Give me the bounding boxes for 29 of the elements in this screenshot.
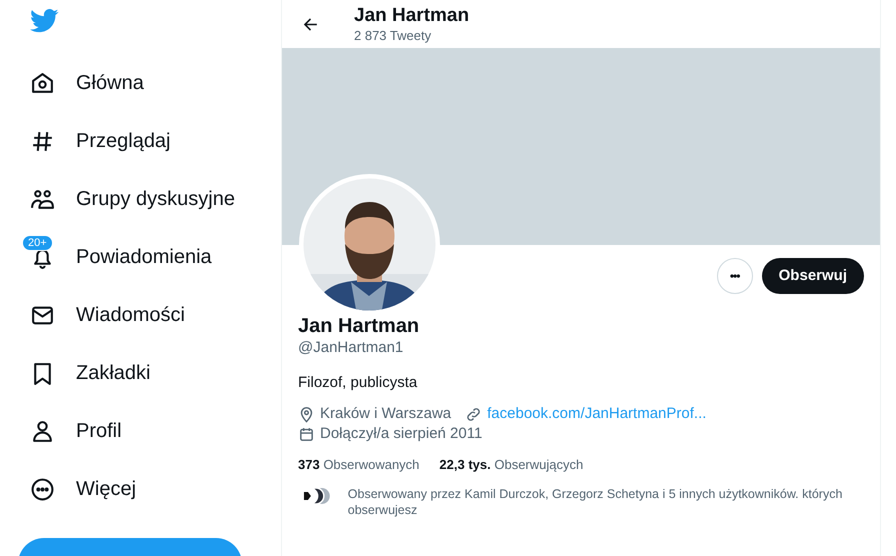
nav-item[interactable]: Zakładki bbox=[18, 348, 247, 398]
calendar-icon bbox=[298, 426, 315, 442]
follow-stat[interactable]: 22,3 tys. Obserwujących bbox=[439, 456, 584, 474]
link-icon bbox=[465, 406, 482, 422]
nav-item[interactable]: Wiadomości bbox=[18, 290, 247, 340]
nav-item[interactable]: Powiadomienia 20+ bbox=[18, 232, 247, 282]
location-text: Kraków i Warszawa bbox=[320, 404, 452, 424]
more-icon bbox=[30, 476, 55, 502]
location-pin-icon bbox=[298, 406, 315, 422]
notification-badge: 20+ bbox=[22, 235, 53, 251]
header-title: Jan Hartman bbox=[354, 4, 470, 28]
profile-handle: @JanHartman1 bbox=[298, 338, 404, 358]
nav-item[interactable]: Główna bbox=[18, 58, 247, 108]
join-date: Dołączył/a sierpień 2011 bbox=[320, 424, 482, 444]
nav-item[interactable]: Przeglądaj bbox=[18, 116, 247, 166]
nav-item[interactable]: Grupy dyskusyjne bbox=[18, 174, 247, 224]
home-icon bbox=[30, 70, 55, 96]
followed-by-text[interactable]: Obserwowany przez Kamil Durczok, Grzegorz Schetyna i 5 innych użytkowników. których obserwujesz bbox=[348, 486, 864, 518]
bird-logo-icon[interactable] bbox=[30, 9, 59, 33]
more-button[interactable]: ••• bbox=[716, 258, 753, 294]
nav-item[interactable]: Profil bbox=[18, 406, 247, 456]
profile-name: Jan Hartman bbox=[298, 314, 420, 338]
nav-item[interactable]: Więcej bbox=[18, 464, 247, 514]
person-icon bbox=[30, 418, 55, 444]
follower-avatars-icon bbox=[301, 487, 331, 505]
follow-button[interactable]: Obserwuj bbox=[762, 258, 864, 294]
profile-bio: Filozof, publicysta bbox=[298, 373, 418, 393]
follow-stat[interactable]: 373 Obserwowanych bbox=[298, 456, 420, 474]
tweet-count: 2 873 Tweety bbox=[354, 28, 432, 44]
